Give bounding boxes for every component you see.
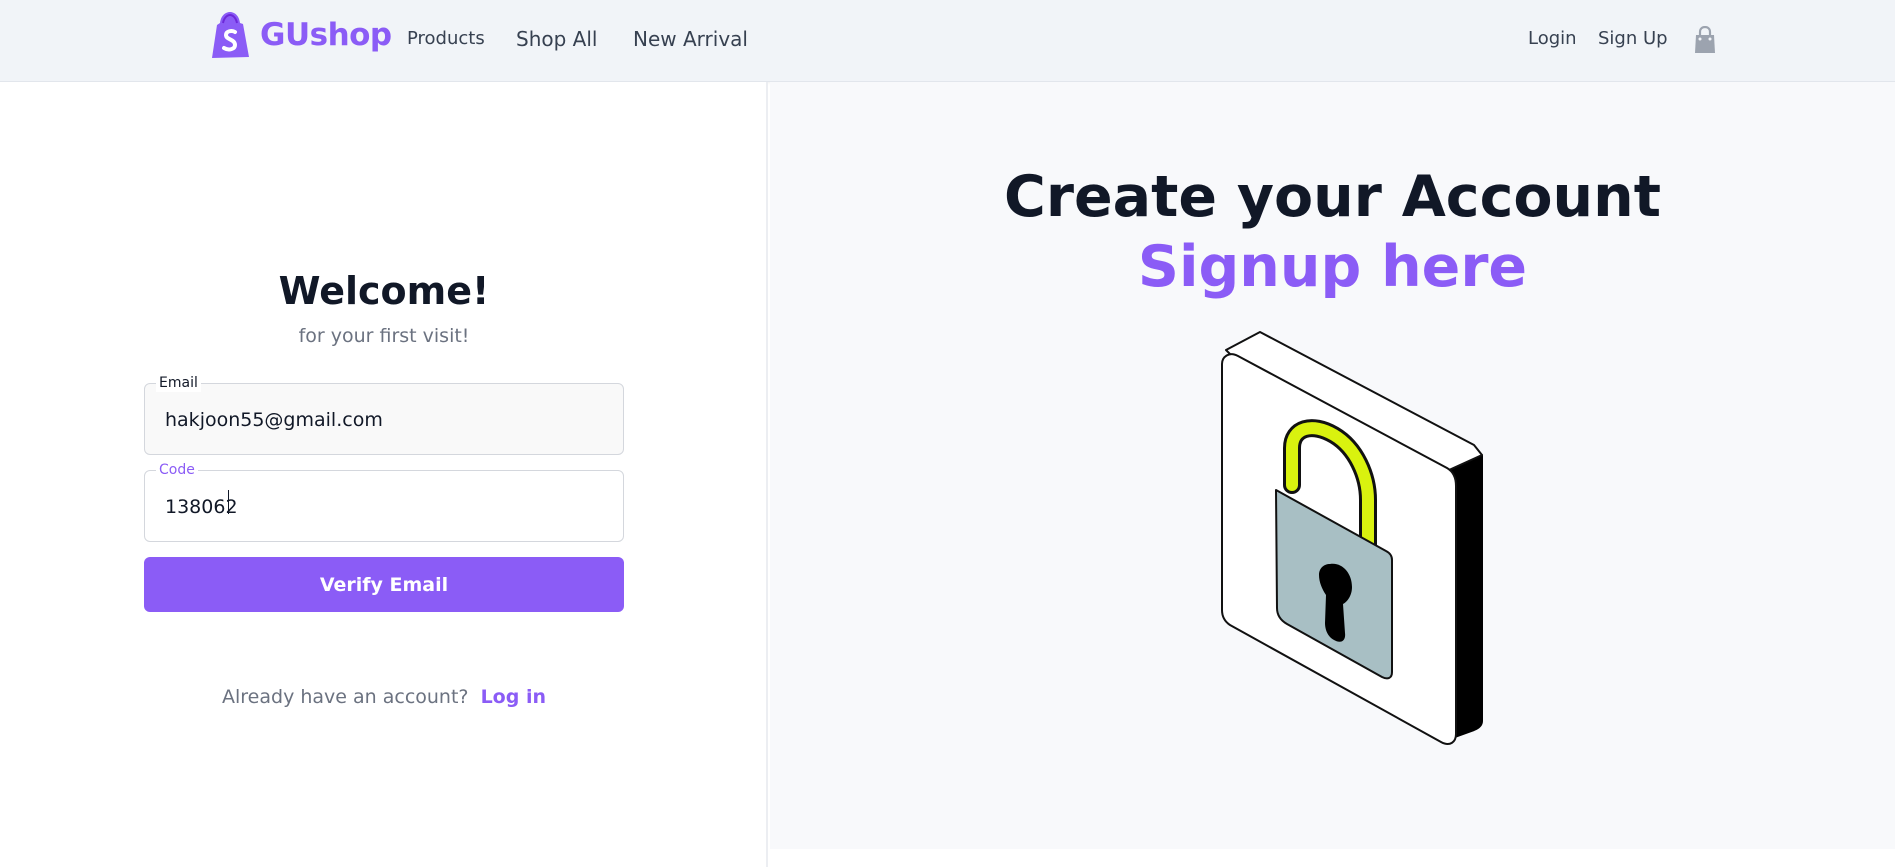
code-label: Code	[156, 461, 198, 479]
verify-email-button[interactable]: Verify Email	[144, 557, 624, 612]
email-label: Email	[156, 374, 201, 392]
shopping-bag-logo-icon	[212, 12, 249, 58]
signup-hero-panel: Create your Account Signup here	[770, 82, 1895, 849]
email-field[interactable]: Email	[144, 374, 624, 455]
code-input[interactable]	[165, 489, 605, 525]
nav-login[interactable]: Login	[1528, 28, 1577, 49]
already-text: Already have an account?	[222, 686, 469, 708]
nav-sign-up[interactable]: Sign Up	[1598, 28, 1668, 49]
nav-shop-all[interactable]: Shop All	[516, 27, 597, 51]
code-field[interactable]: Code	[144, 461, 624, 542]
welcome-title: Welcome!	[278, 269, 490, 313]
nav-new-arrival[interactable]: New Arrival	[633, 27, 748, 51]
brand-logo-link[interactable]: GUshop	[208, 11, 392, 59]
text-cursor	[228, 490, 229, 514]
top-navbar: GUshop Products Shop All New Arrival Log…	[0, 0, 1895, 82]
welcome-subtitle: for your first visit!	[298, 325, 470, 347]
login-link[interactable]: Log in	[481, 686, 546, 708]
unlocked-padlock-icon	[1221, 331, 1483, 745]
shopping-bag-icon[interactable]	[1694, 26, 1716, 54]
hero-headline: Create your Account	[1004, 164, 1661, 230]
email-input[interactable]	[165, 402, 605, 438]
nav-products[interactable]: Products	[407, 28, 485, 49]
login-prompt: Already have an account? Log in	[0, 686, 768, 708]
hero-headline-accent: Signup here	[1137, 234, 1528, 300]
verify-form-panel: Welcome! for your first visit! Email Cod…	[0, 82, 768, 867]
brand-name: GUshop	[260, 17, 392, 53]
